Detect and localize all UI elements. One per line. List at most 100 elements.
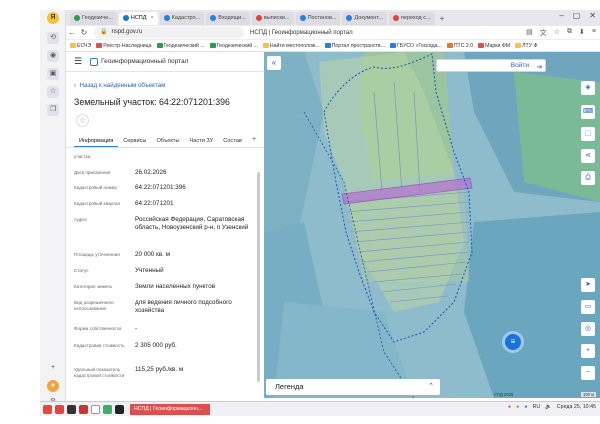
menu-icon[interactable]: ≡ bbox=[592, 28, 596, 38]
maximize-icon[interactable]: ▢ bbox=[573, 11, 581, 20]
close-window-icon[interactable]: ✕ bbox=[589, 11, 596, 20]
bookmark-item[interactable]: Марки ФМ bbox=[478, 43, 510, 49]
chat-assistant-button[interactable]: ≡ bbox=[502, 331, 524, 353]
bookmark-star-icon[interactable]: ☆ bbox=[554, 28, 560, 38]
hamburger-menu-icon[interactable]: ☰ bbox=[74, 56, 82, 67]
tab-information[interactable]: Информация bbox=[74, 134, 119, 147]
add-panel-icon[interactable]: + bbox=[47, 362, 59, 374]
taskbar-app-icon[interactable] bbox=[115, 404, 124, 414]
taskbar-active-window[interactable]: НСПД | Геоинформационн... bbox=[130, 403, 210, 415]
share-icon[interactable]: ⋖ bbox=[581, 149, 595, 163]
tab-services[interactable]: Сервисы bbox=[118, 134, 151, 147]
tray-app-icon[interactable]: ● bbox=[524, 404, 527, 410]
taskbar-app-icon[interactable] bbox=[79, 404, 88, 414]
bookmark-item[interactable]: ПТС 2.0 bbox=[446, 43, 473, 49]
taskbar-search-icon[interactable] bbox=[91, 404, 100, 414]
attr-value: 26.02.2026 bbox=[135, 169, 167, 176]
bookmark-item[interactable]: ЛТУ Ф bbox=[515, 43, 537, 49]
attr-value[interactable]: 64:22:071201:396 bbox=[135, 184, 253, 192]
bookmarks-side-icon[interactable]: ☆ bbox=[47, 86, 59, 98]
map-view[interactable]: « Войти ⇥ ◈ ⌨ ⬚ ⋖ ⎙ ➤ ▭ ◎ + − ≡ Легенда ⌃ … bbox=[264, 52, 600, 398]
bookmark-item[interactable]: Портал пространств... bbox=[324, 43, 385, 49]
login-icon: ⇥ bbox=[536, 64, 542, 71]
new-tab-button[interactable]: + bbox=[437, 14, 448, 23]
downloads-icon[interactable]: ▣ bbox=[47, 68, 59, 80]
bookmark-item[interactable]: ЕСЧЭ bbox=[70, 43, 91, 49]
basemap-icon[interactable]: ▭ bbox=[581, 300, 595, 314]
tab-label: НСПД bbox=[130, 14, 147, 21]
reader-icon[interactable]: ▤ bbox=[526, 28, 533, 38]
back-to-results-link[interactable]: ‹ Назад к найденным объектам bbox=[74, 82, 165, 89]
start-icon[interactable] bbox=[43, 404, 52, 414]
tab-parts[interactable]: Части ЗУ bbox=[185, 134, 219, 147]
tab-label: Входящи... bbox=[218, 14, 246, 21]
back-arrow-icon[interactable]: ← bbox=[66, 28, 78, 37]
close-tab-icon[interactable]: × bbox=[150, 12, 153, 25]
taskbar-app-icon[interactable] bbox=[67, 404, 76, 414]
tab-nspd[interactable]: НСПД × bbox=[118, 11, 158, 25]
tab-kadastr[interactable]: Кадастро... bbox=[159, 11, 205, 25]
taskbar-app-icon[interactable] bbox=[55, 404, 64, 414]
folder-icon bbox=[209, 43, 216, 48]
browser-tab-bar: Геодезиче... НСПД × Кадастро... Входящи..… bbox=[66, 10, 600, 26]
system-tray: ● ● ● RU 🔈 Среда 25, 10:45 bbox=[508, 404, 596, 410]
tray-app-icon[interactable]: ● bbox=[508, 404, 511, 410]
reload-icon[interactable]: ↻ bbox=[78, 28, 90, 37]
portal-logo[interactable]: Геоинформационный портал bbox=[90, 57, 189, 66]
portal-name: Геоинформационный портал bbox=[101, 58, 189, 65]
language-indicator[interactable]: RU bbox=[533, 404, 541, 410]
tab-perehod[interactable]: переход с... bbox=[388, 11, 435, 25]
tab-postanov[interactable]: Постанов... bbox=[295, 11, 341, 25]
zoom-out-button[interactable]: − bbox=[581, 366, 595, 380]
taskbar-app-icon[interactable] bbox=[103, 404, 112, 414]
tray-app-icon[interactable]: ● bbox=[516, 404, 519, 410]
profile-avatar[interactable]: Я bbox=[47, 12, 59, 24]
bookmark-item[interactable]: Геодезический ... bbox=[209, 43, 258, 49]
tab-composition[interactable]: Состав bbox=[218, 134, 247, 147]
tab-label: выписки... bbox=[263, 14, 290, 21]
collapse-panel-button[interactable]: « bbox=[267, 56, 281, 70]
extensions-icon[interactable]: ⧉ bbox=[567, 28, 572, 38]
tab-geodezich[interactable]: Геодезиче... bbox=[70, 11, 117, 25]
measure-icon[interactable]: ◎ bbox=[581, 322, 595, 336]
geolocation-icon[interactable]: ➤ bbox=[581, 278, 595, 292]
tab-vypiski[interactable]: выписки... bbox=[251, 11, 294, 25]
desktop-left-margin bbox=[0, 0, 40, 424]
speaker-icon[interactable]: 🔈 bbox=[545, 404, 552, 410]
minimize-icon[interactable]: – bbox=[559, 11, 563, 20]
keyboard-icon[interactable]: ⌨ bbox=[581, 105, 595, 119]
url-field[interactable]: 🔒 nspd.gov.ru bbox=[94, 27, 244, 38]
translate-icon[interactable]: 文 bbox=[540, 28, 547, 38]
alice-icon[interactable]: ◉ bbox=[47, 50, 59, 62]
tab-objects[interactable]: Объекты bbox=[151, 134, 184, 147]
bookmark-item[interactable]: Геодезический ... bbox=[156, 43, 205, 49]
attr-value[interactable]: 64:22:071201 bbox=[135, 200, 253, 208]
bookmark-item[interactable]: Реестр-Наследница bbox=[96, 43, 152, 49]
tabs-more-icon[interactable]: + bbox=[252, 136, 260, 146]
login-button[interactable]: Войти ⇥ bbox=[436, 59, 546, 72]
attr-value: 2 305 000 руб. bbox=[135, 342, 177, 349]
bookmark-label: ЕСЧЭ bbox=[77, 42, 92, 49]
attr-value: Российская Федерация, Саратовская област… bbox=[135, 216, 249, 231]
collections-icon[interactable]: ❐ bbox=[47, 104, 59, 116]
scale-bar: 100 м bbox=[580, 392, 596, 397]
tab-document[interactable]: Документ... bbox=[342, 11, 387, 25]
layers-icon[interactable]: ◈ bbox=[581, 81, 595, 95]
legend-dropdown[interactable]: Легенда ⌃ bbox=[266, 379, 440, 395]
tab-incoming[interactable]: Входящи... bbox=[206, 11, 250, 25]
select-area-icon[interactable]: ⬚ bbox=[581, 127, 595, 141]
clock[interactable]: Среда 25, 10:45 bbox=[557, 404, 596, 410]
zen-icon[interactable]: ● bbox=[47, 380, 59, 392]
history-icon[interactable]: ⟲ bbox=[47, 32, 59, 44]
print-icon[interactable]: ⎙ bbox=[581, 171, 595, 185]
bookmark-item[interactable]: ГБУСО «Госкада... bbox=[389, 43, 442, 49]
tab-favicon-icon bbox=[163, 15, 170, 21]
bookmark-item[interactable]: Найти местополож... bbox=[262, 43, 320, 49]
bookmarks-bar: ЕСЧЭ Реестр-Наследница Геодезический ...… bbox=[66, 40, 600, 52]
downloads-bar-icon[interactable]: ⬇ bbox=[579, 28, 585, 38]
zoom-in-button[interactable]: + bbox=[581, 344, 595, 358]
tab-favicon-icon bbox=[210, 15, 217, 21]
favorite-star-button[interactable]: ☆ bbox=[76, 114, 89, 127]
panel-scrollbar[interactable] bbox=[257, 172, 260, 382]
object-title: Земельный участок: 64:22:071201:396 bbox=[74, 97, 230, 107]
